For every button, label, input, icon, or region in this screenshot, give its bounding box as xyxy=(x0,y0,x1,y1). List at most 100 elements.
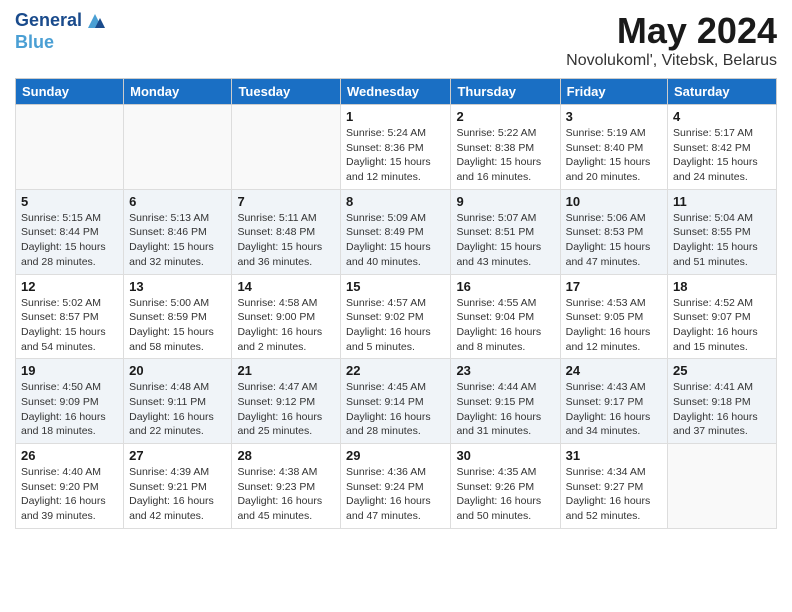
calendar-cell: 4Sunrise: 5:17 AMSunset: 8:42 PMDaylight… xyxy=(668,105,777,190)
calendar-cell: 14Sunrise: 4:58 AMSunset: 9:00 PMDayligh… xyxy=(232,274,341,359)
day-info: Sunrise: 5:24 AMSunset: 8:36 PMDaylight:… xyxy=(346,126,445,185)
logo-icon xyxy=(84,10,106,32)
calendar-cell: 9Sunrise: 5:07 AMSunset: 8:51 PMDaylight… xyxy=(451,189,560,274)
day-number: 12 xyxy=(21,279,118,294)
calendar-cell: 7 Sunrise: 5:11 AMSunset: 8:48 PMDaylight… xyxy=(232,189,341,274)
day-number: 16 xyxy=(456,279,554,294)
day-info: Sunrise: 5:22 AMSunset: 8:38 PMDaylight:… xyxy=(456,126,554,185)
day-info: Sunrise: 4:48 AMSunset: 9:11 PMDaylight:… xyxy=(129,380,226,439)
calendar-cell: 11 Sunrise: 5:04 AMSunset: 8:55 PMDayligh… xyxy=(668,189,777,274)
calendar-week-row: 12 Sunrise: 5:02 AMSunset: 8:57 PMDayligh… xyxy=(16,274,777,359)
calendar-cell: 31 Sunrise: 4:34 AMSunset: 9:27 PMDayligh… xyxy=(560,444,667,529)
day-number: 2 xyxy=(456,109,554,124)
day-info: Sunrise: 4:55 AMSunset: 9:04 PMDaylight:… xyxy=(456,296,554,355)
day-number: 14 xyxy=(237,279,335,294)
day-info: Sunrise: 4:45 AMSunset: 9:14 PMDaylight:… xyxy=(346,380,445,439)
calendar-week-row: 5Sunrise: 5:15 AMSunset: 8:44 PMDaylight… xyxy=(16,189,777,274)
calendar-cell xyxy=(232,105,341,190)
day-number: 28 xyxy=(237,448,335,463)
calendar-table: SundayMondayTuesdayWednesdayThursdayFrid… xyxy=(15,78,777,529)
calendar-cell: 12 Sunrise: 5:02 AMSunset: 8:57 PMDayligh… xyxy=(16,274,124,359)
calendar-week-row: 19 Sunrise: 4:50 AMSunset: 9:09 PMDayligh… xyxy=(16,359,777,444)
day-number: 3 xyxy=(566,109,662,124)
day-number: 30 xyxy=(456,448,554,463)
day-info: Sunrise: 4:40 AMSunset: 9:20 PMDaylight:… xyxy=(21,465,118,524)
calendar-cell: 18Sunrise: 4:52 AMSunset: 9:07 PMDayligh… xyxy=(668,274,777,359)
day-info: Sunrise: 4:50 AMSunset: 9:09 PMDaylight:… xyxy=(21,380,118,439)
day-info: Sunrise: 4:47 AMSunset: 9:12 PMDaylight:… xyxy=(237,380,335,439)
day-number: 7 xyxy=(237,194,335,209)
day-info: Sunrise: 5:19 AMSunset: 8:40 PMDaylight:… xyxy=(566,126,662,185)
day-number: 21 xyxy=(237,363,335,378)
column-header-friday: Friday xyxy=(560,79,667,105)
calendar-cell: 13 Sunrise: 5:00 AMSunset: 8:59 PMDayligh… xyxy=(124,274,232,359)
day-number: 20 xyxy=(129,363,226,378)
calendar-cell: 24 Sunrise: 4:43 AMSunset: 9:17 PMDayligh… xyxy=(560,359,667,444)
calendar-cell: 8 Sunrise: 5:09 AMSunset: 8:49 PMDaylight… xyxy=(341,189,451,274)
day-info: Sunrise: 4:53 AMSunset: 9:05 PMDaylight:… xyxy=(566,296,662,355)
calendar-cell xyxy=(124,105,232,190)
calendar-cell: 27Sunrise: 4:39 AMSunset: 9:21 PMDayligh… xyxy=(124,444,232,529)
column-header-sunday: Sunday xyxy=(16,79,124,105)
day-number: 27 xyxy=(129,448,226,463)
day-info: Sunrise: 5:00 AMSunset: 8:59 PMDaylight:… xyxy=(129,296,226,355)
calendar-cell: 26 Sunrise: 4:40 AMSunset: 9:20 PMDayligh… xyxy=(16,444,124,529)
day-info: Sunrise: 4:52 AMSunset: 9:07 PMDaylight:… xyxy=(673,296,771,355)
day-info: Sunrise: 4:38 AMSunset: 9:23 PMDaylight:… xyxy=(237,465,335,524)
day-info: Sunrise: 5:11 AMSunset: 8:48 PMDaylight:… xyxy=(237,211,335,270)
day-number: 9 xyxy=(456,194,554,209)
day-number: 10 xyxy=(566,194,662,209)
column-header-monday: Monday xyxy=(124,79,232,105)
day-number: 11 xyxy=(673,194,771,209)
day-info: Sunrise: 4:35 AMSunset: 9:26 PMDaylight:… xyxy=(456,465,554,524)
day-info: Sunrise: 5:06 AMSunset: 8:53 PMDaylight:… xyxy=(566,211,662,270)
day-info: Sunrise: 4:43 AMSunset: 9:17 PMDaylight:… xyxy=(566,380,662,439)
calendar-cell: 23 Sunrise: 4:44 AMSunset: 9:15 PMDayligh… xyxy=(451,359,560,444)
day-number: 1 xyxy=(346,109,445,124)
month-title: May 2024 xyxy=(566,10,777,52)
day-number: 24 xyxy=(566,363,662,378)
day-info: Sunrise: 4:41 AMSunset: 9:18 PMDaylight:… xyxy=(673,380,771,439)
day-info: Sunrise: 5:02 AMSunset: 8:57 PMDaylight:… xyxy=(21,296,118,355)
day-number: 31 xyxy=(566,448,662,463)
day-number: 25 xyxy=(673,363,771,378)
column-header-saturday: Saturday xyxy=(668,79,777,105)
column-header-wednesday: Wednesday xyxy=(341,79,451,105)
day-number: 19 xyxy=(21,363,118,378)
calendar-cell: 1 Sunrise: 5:24 AMSunset: 8:36 PMDaylight… xyxy=(341,105,451,190)
calendar-cell: 30 Sunrise: 4:35 AMSunset: 9:26 PMDayligh… xyxy=(451,444,560,529)
day-number: 26 xyxy=(21,448,118,463)
day-info: Sunrise: 5:09 AMSunset: 8:49 PMDaylight:… xyxy=(346,211,445,270)
day-number: 23 xyxy=(456,363,554,378)
calendar-cell: 5Sunrise: 5:15 AMSunset: 8:44 PMDaylight… xyxy=(16,189,124,274)
calendar-cell: 25 Sunrise: 4:41 AMSunset: 9:18 PMDayligh… xyxy=(668,359,777,444)
day-number: 13 xyxy=(129,279,226,294)
day-info: Sunrise: 4:34 AMSunset: 9:27 PMDaylight:… xyxy=(566,465,662,524)
day-number: 22 xyxy=(346,363,445,378)
day-number: 29 xyxy=(346,448,445,463)
calendar-cell: 3 Sunrise: 5:19 AMSunset: 8:40 PMDaylight… xyxy=(560,105,667,190)
calendar-week-row: 26 Sunrise: 4:40 AMSunset: 9:20 PMDayligh… xyxy=(16,444,777,529)
calendar-cell: 21 Sunrise: 4:47 AMSunset: 9:12 PMDayligh… xyxy=(232,359,341,444)
page-container: General Blue May 2024 Novolukoml', Viteb… xyxy=(0,0,792,539)
day-info: Sunrise: 5:04 AMSunset: 8:55 PMDaylight:… xyxy=(673,211,771,270)
calendar-cell xyxy=(668,444,777,529)
day-info: Sunrise: 5:13 AMSunset: 8:46 PMDaylight:… xyxy=(129,211,226,270)
day-info: Sunrise: 4:57 AMSunset: 9:02 PMDaylight:… xyxy=(346,296,445,355)
page-header: General Blue May 2024 Novolukoml', Viteb… xyxy=(15,10,777,70)
calendar-cell: 6 Sunrise: 5:13 AMSunset: 8:46 PMDaylight… xyxy=(124,189,232,274)
day-number: 8 xyxy=(346,194,445,209)
calendar-cell: 22 Sunrise: 4:45 AMSunset: 9:14 PMDayligh… xyxy=(341,359,451,444)
day-number: 5 xyxy=(21,194,118,209)
calendar-cell xyxy=(16,105,124,190)
day-info: Sunrise: 4:44 AMSunset: 9:15 PMDaylight:… xyxy=(456,380,554,439)
column-header-thursday: Thursday xyxy=(451,79,560,105)
calendar-cell: 15Sunrise: 4:57 AMSunset: 9:02 PMDayligh… xyxy=(341,274,451,359)
calendar-cell: 20 Sunrise: 4:48 AMSunset: 9:11 PMDayligh… xyxy=(124,359,232,444)
calendar-cell: 16 Sunrise: 4:55 AMSunset: 9:04 PMDayligh… xyxy=(451,274,560,359)
calendar-header-row: SundayMondayTuesdayWednesdayThursdayFrid… xyxy=(16,79,777,105)
logo: General Blue xyxy=(15,10,106,53)
day-info: Sunrise: 5:17 AMSunset: 8:42 PMDaylight:… xyxy=(673,126,771,185)
column-header-tuesday: Tuesday xyxy=(232,79,341,105)
day-number: 6 xyxy=(129,194,226,209)
